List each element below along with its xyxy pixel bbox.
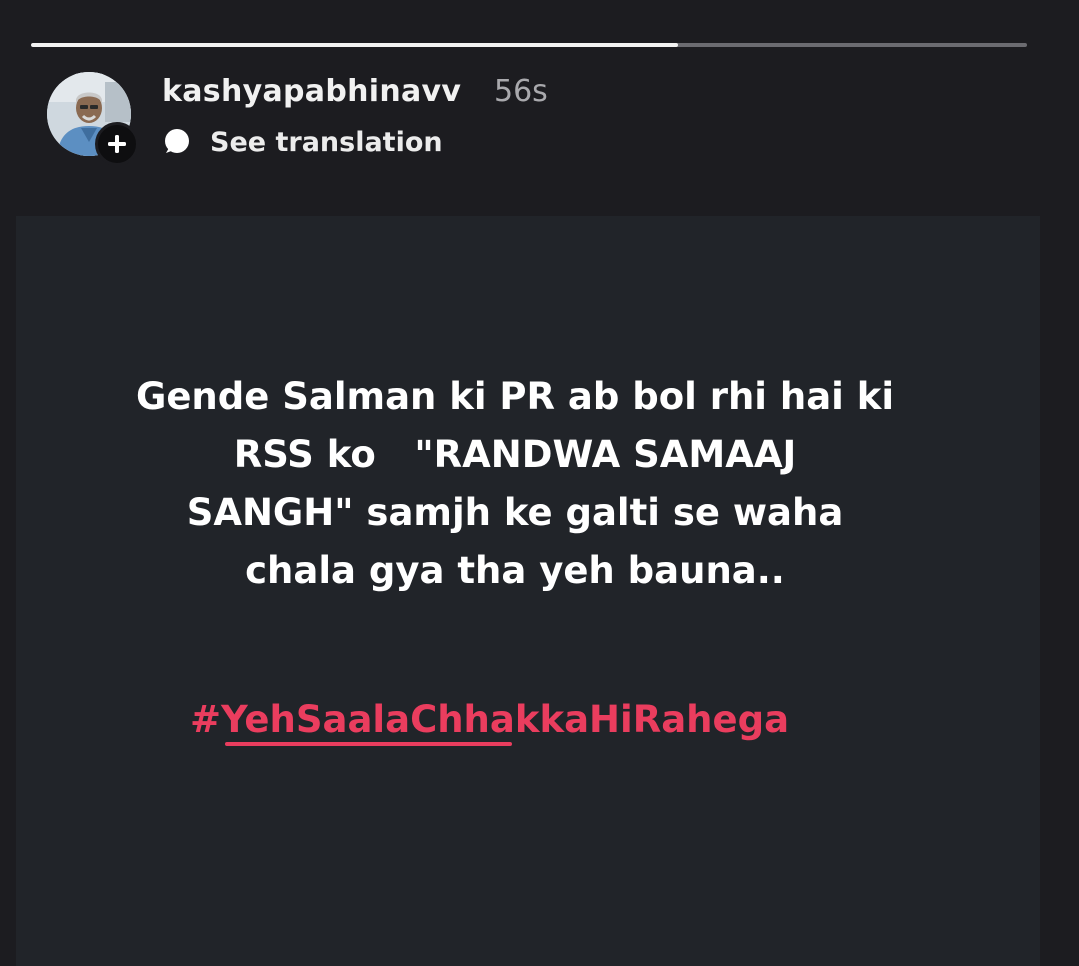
plus-icon <box>108 135 126 153</box>
story-progress-bar <box>31 43 1027 47</box>
hashtag-link[interactable]: #YehSaalaChhakkaHiRahega <box>190 698 789 741</box>
add-follow-button[interactable] <box>95 122 139 166</box>
story-caption: Gende Salman ki PR ab bol rhi hai ki RSS… <box>135 375 895 592</box>
story-viewer: kashyapabhinavv 56s See translation Gend… <box>0 0 1079 966</box>
hashtag-underline <box>225 742 512 746</box>
username[interactable]: kashyapabhinavv <box>162 74 461 109</box>
avatar-container[interactable] <box>47 72 139 166</box>
speech-bubble-icon <box>162 127 192 157</box>
see-translation-label: See translation <box>210 126 443 158</box>
see-translation-button[interactable]: See translation <box>162 124 443 160</box>
story-progress-fill <box>31 43 679 47</box>
post-time: 56s <box>494 74 548 109</box>
